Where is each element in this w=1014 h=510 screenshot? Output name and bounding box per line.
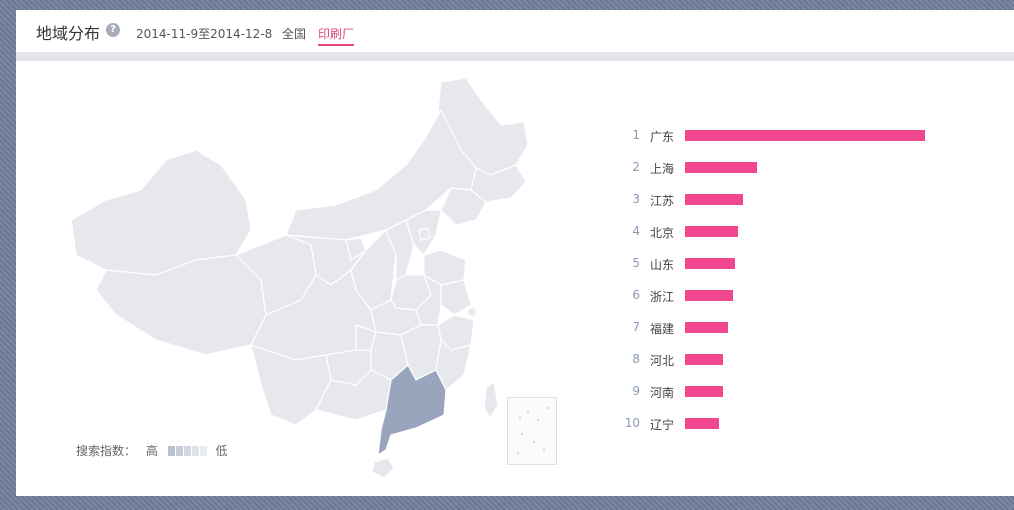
tab-print-factory[interactable]: 印刷厂 bbox=[318, 25, 355, 46]
rank-number: 9 bbox=[632, 384, 640, 398]
ranking-row[interactable]: 9 河南 bbox=[616, 378, 956, 410]
rank-number: 10 bbox=[624, 416, 640, 430]
map-region-taiwan bbox=[483, 380, 499, 420]
rank-region-name: 山东 bbox=[650, 258, 675, 272]
ranking-row[interactable]: 6 浙江 bbox=[616, 282, 956, 314]
rank-number: 1 bbox=[632, 128, 640, 142]
rank-number: 8 bbox=[632, 352, 640, 366]
ranking-row[interactable]: 8 河北 bbox=[616, 346, 956, 378]
rank-bar bbox=[685, 130, 925, 141]
region-ranking-list: 1 广东 2 上海 3 江苏 4 北京 5 山东 6 浙江 7 福建 8 河北 9 河南 10 辽宁 bbox=[616, 122, 956, 442]
rank-bar bbox=[685, 290, 733, 301]
search-index-legend: 搜索指数： 高 低 bbox=[76, 442, 228, 459]
rank-number: 3 bbox=[632, 192, 640, 206]
region-distribution-panel: 地域分布 ? 2014-11-9至2014-12-8 全国 印刷厂 搜索指数： … bbox=[16, 10, 1014, 496]
rank-bar bbox=[685, 194, 743, 205]
header-divider bbox=[16, 52, 1014, 61]
rank-region-name: 河北 bbox=[650, 354, 675, 368]
map-region-jiangsu bbox=[440, 279, 472, 316]
ranking-row[interactable]: 2 上海 bbox=[616, 154, 956, 186]
map-region-hainan bbox=[371, 457, 395, 479]
ranking-row[interactable]: 1 广东 bbox=[616, 122, 956, 154]
ranking-row[interactable]: 10 辽宁 bbox=[616, 410, 956, 442]
rank-bar bbox=[685, 258, 735, 269]
south-china-sea-inset bbox=[507, 397, 557, 465]
rank-region-name: 江苏 bbox=[650, 194, 675, 208]
ranking-row[interactable]: 4 北京 bbox=[616, 218, 956, 250]
rank-number: 2 bbox=[632, 160, 640, 174]
map-region-inner-mongolia bbox=[285, 108, 477, 246]
rank-bar bbox=[685, 226, 738, 237]
legend-color-scale bbox=[167, 444, 208, 458]
rank-region-name: 河南 bbox=[650, 386, 675, 400]
rank-number: 7 bbox=[632, 320, 640, 334]
ranking-row[interactable]: 3 江苏 bbox=[616, 186, 956, 218]
ranking-row[interactable]: 5 山东 bbox=[616, 250, 956, 282]
rank-bar bbox=[685, 386, 723, 397]
legend-label: 搜索指数： bbox=[76, 444, 137, 458]
rank-region-name: 浙江 bbox=[650, 290, 675, 304]
panel-header: 地域分布 ? 2014-11-9至2014-12-8 全国 印刷厂 bbox=[16, 10, 1014, 53]
rank-region-name: 辽宁 bbox=[650, 418, 675, 432]
rank-number: 6 bbox=[632, 288, 640, 302]
legend-low-label: 低 bbox=[215, 444, 228, 458]
question-icon[interactable]: ? bbox=[106, 23, 120, 37]
rank-number: 4 bbox=[632, 224, 640, 238]
rank-region-name: 福建 bbox=[650, 322, 675, 336]
ranking-row[interactable]: 7 福建 bbox=[616, 314, 956, 346]
south-china-sea-islands-map bbox=[517, 407, 549, 454]
map-region-shanghai bbox=[467, 307, 477, 317]
rank-region-name: 上海 bbox=[650, 162, 675, 176]
rank-bar bbox=[685, 354, 723, 365]
rank-region-name: 广东 bbox=[650, 130, 675, 144]
rank-bar bbox=[685, 322, 728, 333]
rank-bar bbox=[685, 162, 757, 173]
china-map[interactable] bbox=[46, 70, 546, 480]
map-region-beijing bbox=[418, 227, 431, 241]
panel-title: 地域分布 bbox=[36, 24, 101, 43]
legend-high-label: 高 bbox=[145, 444, 158, 458]
date-range: 2014-11-9至2014-12-8 bbox=[136, 27, 273, 41]
tab-national[interactable]: 全国 bbox=[282, 25, 306, 42]
rank-bar bbox=[685, 418, 719, 429]
rank-number: 5 bbox=[632, 256, 640, 270]
rank-region-name: 北京 bbox=[650, 226, 675, 240]
